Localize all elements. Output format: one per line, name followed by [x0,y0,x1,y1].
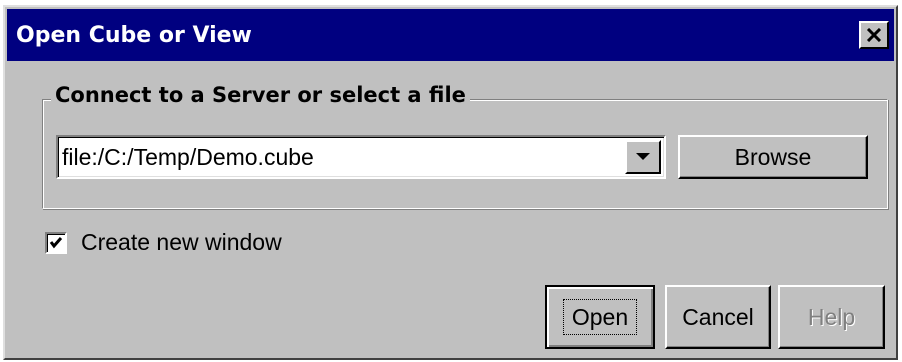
cancel-button[interactable]: Cancel [665,285,771,349]
location-input[interactable]: file:/C:/Temp/Demo.cube [62,137,620,177]
connect-group: Connect to a Server or select a file fil… [42,83,888,209]
help-button-label: Help [807,303,856,330]
open-button[interactable]: Open [545,285,655,349]
checkmark-icon [49,236,63,248]
group-legend: Connect to a Server or select a file [51,83,470,107]
dialog-title: Open Cube or View [16,22,252,48]
open-button-label: Open [562,299,638,335]
help-button: Help [778,285,885,349]
location-dropdown-button[interactable] [625,140,661,174]
open-cube-dialog: Open Cube or View Connect to a Server or… [3,5,898,360]
create-new-window-checkbox[interactable] [45,231,67,254]
close-button[interactable] [859,21,889,49]
location-combobox[interactable]: file:/C:/Temp/Demo.cube [56,135,666,179]
browse-button[interactable]: Browse [678,135,868,179]
chevron-down-icon [636,153,650,160]
create-new-window-option[interactable]: Create new window [45,229,282,256]
title-bar[interactable]: Open Cube or View [7,9,894,61]
create-new-window-label[interactable]: Create new window [81,229,282,256]
browse-button-label: Browse [734,143,812,170]
cancel-button-label: Cancel [682,303,754,330]
close-icon [866,28,882,42]
